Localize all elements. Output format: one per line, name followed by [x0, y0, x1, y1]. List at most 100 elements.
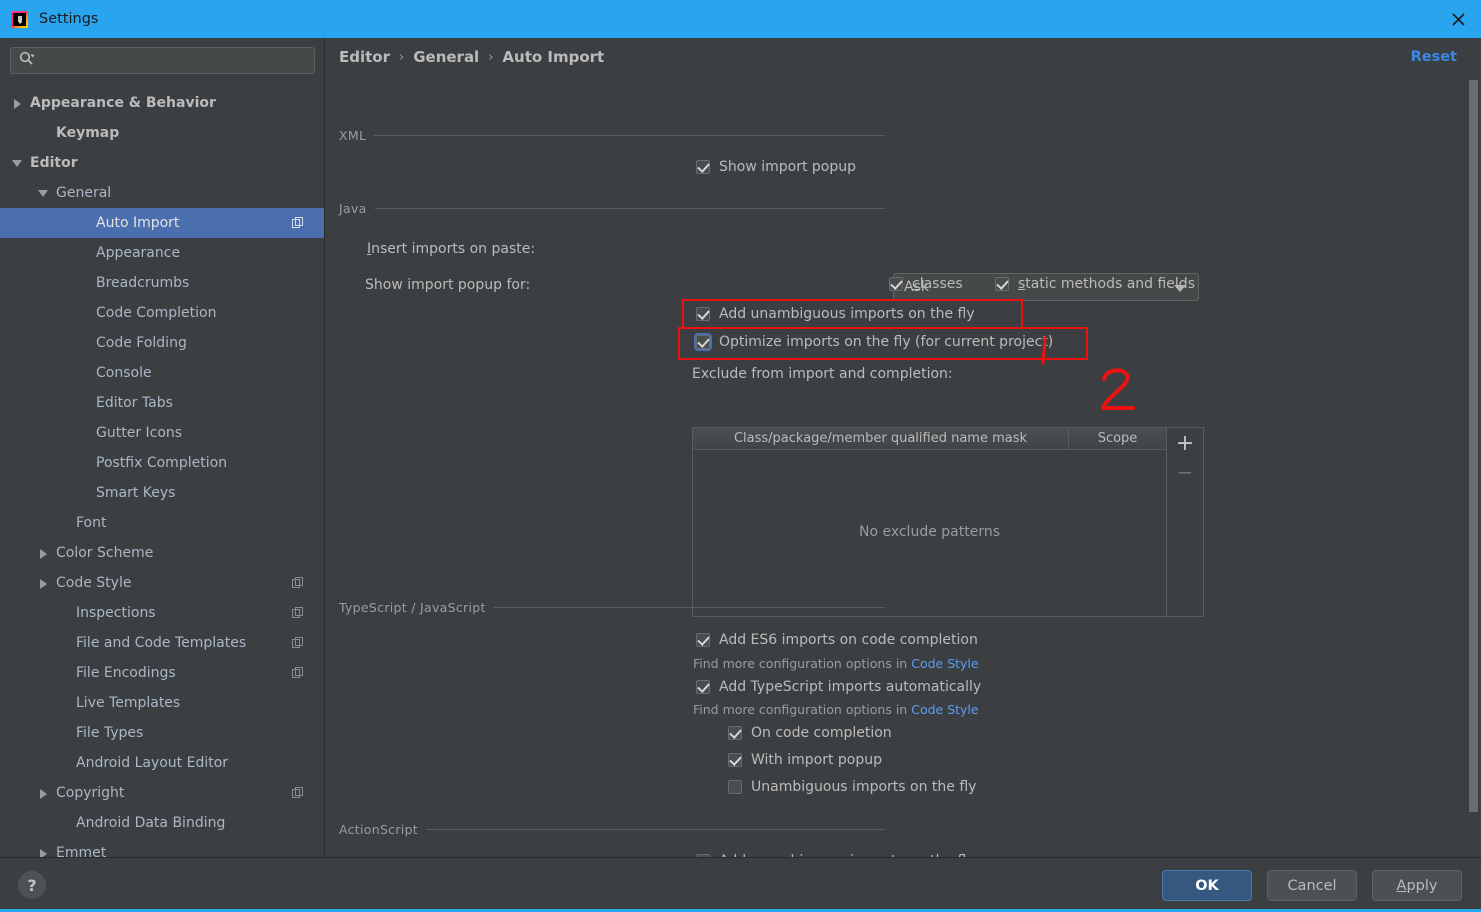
checkbox-box[interactable]	[728, 780, 742, 794]
remove-exclude-button[interactable]: −	[1170, 458, 1200, 486]
main-scrollbar-thumb[interactable]	[1469, 80, 1478, 812]
checkbox-box[interactable]	[728, 753, 742, 767]
code-style-link[interactable]: Code Style	[911, 656, 978, 671]
apply-button[interactable]: Apply	[1372, 870, 1462, 901]
checkbox-box[interactable]	[696, 633, 710, 647]
sidebar-item-label: Smart Keys	[96, 485, 176, 501]
sidebar-item-label: Android Layout Editor	[76, 755, 229, 771]
sidebar-scroll-track[interactable]	[307, 88, 316, 857]
sidebar-item-label: Postfix Completion	[96, 455, 228, 471]
settings-sidebar: Appearance & Behavior Keymap Editor General…	[0, 38, 325, 857]
close-icon[interactable]	[1435, 0, 1481, 38]
sidebar-item-smart-keys[interactable]: Smart Keys	[0, 478, 324, 508]
sidebar-item-label: Emmet	[56, 845, 107, 857]
checkbox-xml-show-import-popup[interactable]: Show import popup	[696, 159, 856, 175]
sidebar-item-android-layout-editor[interactable]: Android Layout Editor	[0, 748, 324, 778]
sidebar-item-file-types[interactable]: File Types	[0, 718, 324, 748]
checkbox-ts-add-typescript-imports[interactable]: Add TypeScript imports automatically	[696, 679, 981, 695]
help-button[interactable]: ?	[18, 871, 46, 899]
checkbox-box[interactable]	[995, 277, 1009, 291]
code-style-link[interactable]: Code Style	[911, 702, 978, 717]
ok-button[interactable]: OK	[1162, 870, 1252, 901]
group-label-actionscript: ActionScript	[339, 822, 419, 837]
group-divider	[426, 829, 885, 830]
sidebar-item-code-folding[interactable]: Code Folding	[0, 328, 324, 358]
chevron-right-icon[interactable]	[38, 847, 51, 857]
checkbox-box[interactable]	[728, 726, 742, 740]
sidebar-item-code-style[interactable]: Code Style	[0, 568, 324, 598]
checkbox-java-optimize-imports[interactable]: Optimize imports on the fly (for current…	[696, 334, 1053, 350]
sidebar-item-label: Keymap	[56, 125, 120, 141]
sidebar-item-label: File Encodings	[76, 665, 176, 681]
sidebar-item-label: Inspections	[76, 605, 156, 621]
chevron-right-icon[interactable]	[38, 577, 51, 590]
chevron-down-icon[interactable]	[12, 157, 25, 170]
chevron-right-icon[interactable]	[38, 787, 51, 800]
breadcrumb-item-editor[interactable]: Editor	[339, 48, 390, 66]
chevron-right-icon[interactable]	[12, 97, 25, 110]
checkbox-box[interactable]	[696, 160, 710, 174]
sidebar-item-auto-import[interactable]: Auto Import	[0, 208, 324, 238]
sidebar-item-label: Copyright	[56, 785, 125, 801]
exclude-table-body[interactable]: No exclude patterns	[693, 450, 1166, 616]
checkbox-box[interactable]	[889, 277, 903, 291]
sidebar-item-font[interactable]: Font	[0, 508, 324, 538]
checkbox-ts-unambiguous-on-the-fly[interactable]: Unambiguous imports on the fly	[728, 779, 976, 795]
sidebar-item-editor[interactable]: Editor	[0, 148, 324, 178]
settings-content: XML Show import popup Java Insert import…	[326, 78, 1481, 857]
sidebar-item-appearance[interactable]: Appearance	[0, 238, 324, 268]
sidebar-item-file-encodings[interactable]: File Encodings	[0, 658, 324, 688]
add-exclude-button[interactable]: +	[1170, 430, 1200, 458]
breadcrumb-item-general[interactable]: General	[413, 48, 479, 66]
sidebar-item-label: Gutter Icons	[96, 425, 183, 441]
column-header-scope[interactable]: Scope	[1069, 428, 1166, 449]
checkbox-ts-on-code-completion[interactable]: On code completion	[728, 725, 892, 741]
cancel-button[interactable]: Cancel	[1267, 870, 1357, 901]
checkbox-label: Add ES6 imports on code completion	[719, 632, 978, 648]
reset-link[interactable]: Reset	[1411, 49, 1457, 65]
sidebar-item-label: Appearance	[96, 245, 181, 261]
checkbox-ts-with-import-popup[interactable]: With import popup	[728, 752, 882, 768]
chevron-down-icon[interactable]	[38, 187, 51, 200]
search-box[interactable]	[10, 47, 315, 74]
sidebar-item-android-data-binding[interactable]: Android Data Binding	[0, 808, 324, 838]
checkbox-box[interactable]	[696, 307, 710, 321]
checkbox-box[interactable]	[696, 335, 710, 349]
group-label-xml: XML	[339, 128, 367, 143]
sidebar-item-label: Code Completion	[96, 305, 217, 321]
settings-tree: Appearance & Behavior Keymap Editor General…	[0, 88, 324, 857]
sidebar-item-editor-tabs[interactable]: Editor Tabs	[0, 388, 324, 418]
checkbox-box[interactable]	[696, 680, 710, 694]
group-divider	[493, 607, 885, 608]
checkbox-java-add-unambiguous[interactable]: Add unambiguous imports on the fly	[696, 306, 975, 322]
sidebar-item-live-templates[interactable]: Live Templates	[0, 688, 324, 718]
chevron-right-icon[interactable]	[38, 547, 51, 560]
sidebar-item-keymap[interactable]: Keymap	[0, 118, 324, 148]
sidebar-item-gutter-icons[interactable]: Gutter Icons	[0, 418, 324, 448]
checkbox-ts-add-es6-imports[interactable]: Add ES6 imports on code completion	[696, 632, 978, 648]
sidebar-item-color-scheme[interactable]: Color Scheme	[0, 538, 324, 568]
group-divider	[374, 208, 885, 209]
sidebar-item-breadcrumbs[interactable]: Breadcrumbs	[0, 268, 324, 298]
search-input[interactable]	[34, 52, 314, 69]
column-header-mask[interactable]: Class/package/member qualified name mask	[693, 428, 1069, 449]
sidebar-item-copyright[interactable]: Copyright	[0, 778, 324, 808]
sidebar-item-inspections[interactable]: Inspections	[0, 598, 324, 628]
sidebar-item-console[interactable]: Console	[0, 358, 324, 388]
sidebar-item-label: General	[56, 185, 112, 201]
checkbox-java-static-members[interactable]: static methods and fields	[995, 276, 1195, 292]
sidebar-item-appearance-behavior[interactable]: Appearance & Behavior	[0, 88, 324, 118]
sidebar-item-postfix-completion[interactable]: Postfix Completion	[0, 448, 324, 478]
sidebar-item-file-and-code-templates[interactable]: File and Code Templates	[0, 628, 324, 658]
sidebar-item-emmet[interactable]: Emmet	[0, 838, 324, 857]
exclude-table-toolbar: + −	[1167, 428, 1203, 616]
sidebar-item-general[interactable]: General	[0, 178, 324, 208]
sidebar-item-code-completion[interactable]: Code Completion	[0, 298, 324, 328]
checkbox-java-classes[interactable]: classes	[889, 276, 963, 292]
